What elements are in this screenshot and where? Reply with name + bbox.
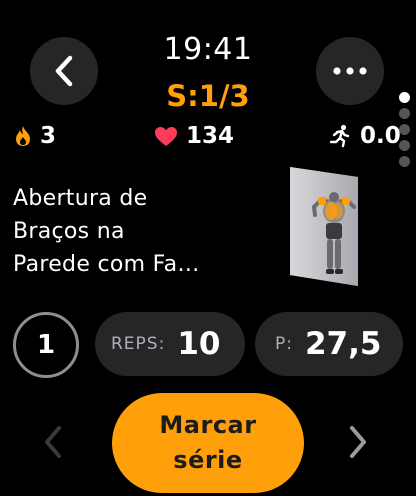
mark-set-label: Marcar bbox=[159, 411, 257, 439]
distance-value: 0.0 bbox=[360, 123, 401, 149]
page-dot-active bbox=[398, 92, 410, 103]
set-number-button[interactable]: 1 bbox=[13, 312, 79, 378]
weight-value: 27,5 bbox=[304, 326, 382, 362]
exercise-title-line: Abertura de bbox=[13, 186, 148, 211]
distance-stat: 0.0 bbox=[328, 123, 401, 149]
next-exercise-button[interactable] bbox=[347, 424, 369, 460]
more-icon bbox=[333, 67, 367, 75]
previous-exercise-button[interactable] bbox=[42, 424, 64, 460]
reps-value: 10 bbox=[177, 326, 221, 362]
exercise-title: Abertura de Braços na Parede com Fa… bbox=[13, 182, 223, 281]
page-dot bbox=[398, 108, 410, 119]
heart-icon bbox=[155, 126, 177, 146]
reps-field[interactable]: REPS: 10 bbox=[95, 312, 245, 376]
exercise-title-line: Parede com Fa… bbox=[13, 252, 200, 277]
exercise-title-line: Braços na bbox=[13, 219, 125, 244]
heart-rate-stat: 134 bbox=[154, 123, 234, 149]
page-dot bbox=[398, 156, 410, 167]
heart-rate-value: 134 bbox=[186, 123, 235, 149]
fire-icon bbox=[16, 126, 30, 146]
mark-set-label: série bbox=[173, 446, 243, 474]
weight-field[interactable]: P: 27,5 bbox=[255, 312, 403, 376]
runner-icon bbox=[329, 124, 350, 148]
weight-label: P: bbox=[275, 334, 293, 354]
exercise-illustration[interactable] bbox=[290, 167, 358, 286]
calories-stat: 3 bbox=[14, 123, 56, 149]
more-options-button[interactable] bbox=[316, 37, 384, 105]
calories-value: 3 bbox=[40, 123, 57, 149]
reps-label: REPS: bbox=[111, 334, 166, 354]
mark-set-button[interactable]: Marcar série bbox=[112, 393, 304, 493]
